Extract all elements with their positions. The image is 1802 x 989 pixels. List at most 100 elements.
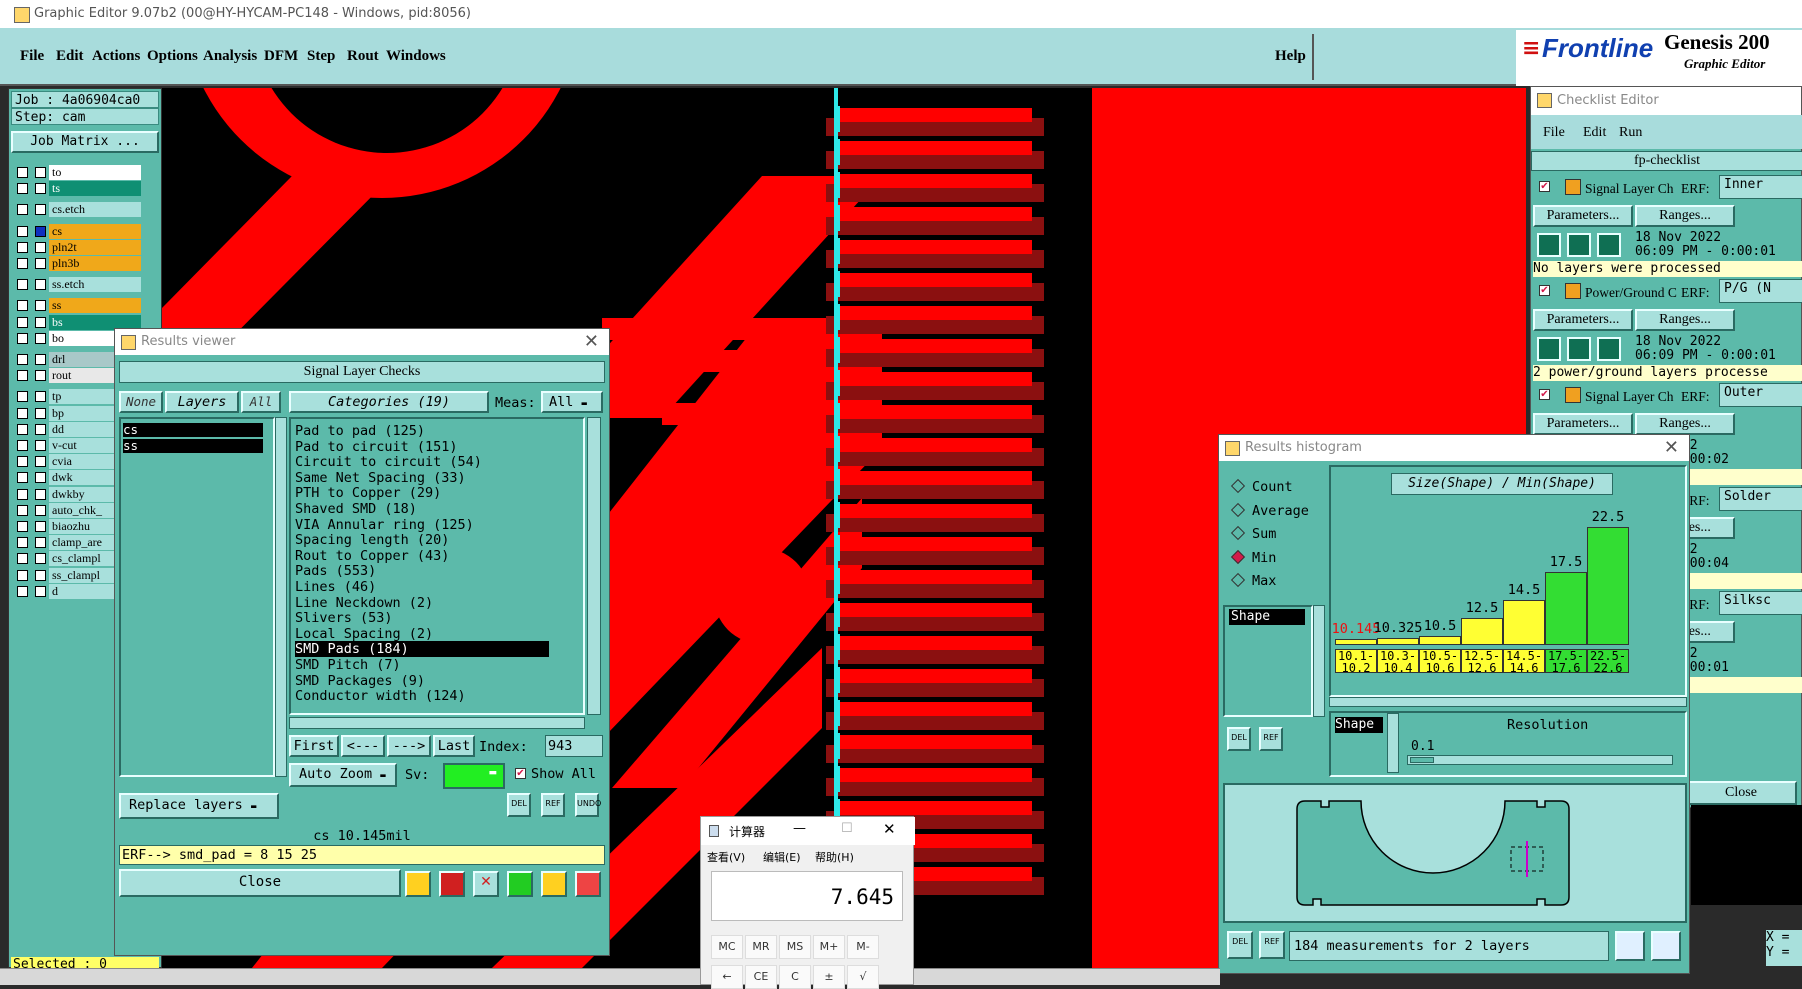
close-icon[interactable]: ✕ [584, 329, 599, 355]
layer-affected-checkbox[interactable] [35, 553, 46, 565]
layer-checkbox[interactable] [17, 440, 28, 451]
undo-button[interactable]: UNDO [575, 793, 601, 817]
histogram-bar[interactable] [1461, 617, 1503, 645]
histogram-bar[interactable] [1377, 637, 1419, 645]
layers-all-button[interactable]: All [241, 391, 281, 413]
layer-checkbox[interactable] [17, 585, 28, 597]
menu-analysis[interactable]: Analysis [203, 48, 257, 65]
layer-checkbox[interactable] [17, 553, 28, 565]
menu-actions[interactable]: Actions [92, 48, 140, 65]
histogram-icon[interactable] [575, 871, 601, 897]
run-icon[interactable] [1567, 337, 1591, 361]
layer-checkbox[interactable] [17, 316, 28, 328]
layer-affected-checkbox[interactable] [35, 241, 46, 253]
layer-affected-checkbox[interactable] [35, 332, 46, 344]
layer-checkbox[interactable] [17, 537, 28, 549]
layer-affected-checkbox[interactable] [35, 488, 46, 500]
chart-hscrollbar[interactable] [1329, 697, 1687, 707]
histogram-bar[interactable] [1419, 635, 1461, 645]
layers-header-button[interactable]: Layers [165, 391, 239, 413]
histogram-del-button[interactable]: DEL [1227, 727, 1251, 751]
parameters-button[interactable]: Parameters... [1533, 309, 1633, 331]
layer-row[interactable]: pln3b [13, 256, 141, 271]
calc-button[interactable]: ± [813, 965, 845, 989]
calc-button[interactable]: √ [847, 965, 879, 989]
ranges-button[interactable]: Ranges... [1635, 205, 1735, 227]
histogram-bar[interactable] [1545, 572, 1587, 645]
ranges-button[interactable]: Ranges... [1635, 413, 1735, 435]
layer-row[interactable]: to [13, 165, 141, 180]
calc-button[interactable]: MR [745, 935, 777, 959]
auto-zoom-dropdown[interactable]: Auto Zoom ▬ [289, 763, 397, 787]
calc-button[interactable]: ← [711, 965, 743, 989]
layer-checkbox[interactable] [17, 258, 28, 269]
meas-dropdown[interactable]: All ▬ [541, 391, 603, 413]
category-item[interactable]: Pads (553) [295, 563, 549, 579]
category-item[interactable]: SMD Pads (184) [295, 641, 549, 658]
category-item[interactable]: Line Neckdown (2) [295, 595, 549, 611]
checklist-close-button[interactable]: Close [1685, 781, 1797, 805]
preview-ref-button[interactable]: REF [1259, 931, 1285, 959]
layer-row[interactable]: ss [13, 298, 141, 314]
layer-item[interactable]: ss [123, 439, 263, 453]
layer-checkbox[interactable] [17, 225, 28, 237]
layer-checkbox[interactable] [17, 407, 28, 419]
erf-value[interactable]: Silksc [1719, 591, 1802, 615]
layer-checkbox[interactable] [17, 472, 28, 484]
close-icon[interactable]: ✕ [1664, 435, 1679, 461]
replace-layers-dropdown[interactable]: Replace layers ▬ [119, 793, 279, 819]
layer-row[interactable]: ts [13, 181, 141, 197]
ranges-button[interactable]: Ranges... [1635, 309, 1735, 331]
mode-radio-average[interactable]: Average [1230, 502, 1309, 519]
layer-affected-checkbox[interactable] [35, 183, 46, 195]
histogram-bar[interactable] [1335, 639, 1377, 645]
resolution-slider[interactable] [1407, 755, 1673, 765]
layers-none-button[interactable]: None [119, 391, 163, 413]
layer-affected-checkbox[interactable] [35, 521, 46, 532]
menu-edit[interactable]: Edit [56, 48, 84, 65]
layer-affected-checkbox[interactable] [35, 585, 46, 597]
layer-checkbox[interactable] [17, 423, 28, 435]
layer-checkbox[interactable] [17, 332, 28, 344]
layer-checkbox[interactable] [17, 167, 28, 178]
calc-button[interactable]: CE [745, 965, 777, 989]
calc-menu-help[interactable]: 帮助(H) [815, 849, 854, 865]
job-matrix-button[interactable]: Job Matrix ... [11, 131, 159, 153]
layer-affected-checkbox[interactable] [35, 456, 46, 468]
calc-button[interactable]: MC [711, 935, 743, 959]
last-button[interactable]: Last [433, 735, 475, 757]
category-item[interactable]: PTH to Copper (29) [295, 485, 549, 501]
tool-icon-2[interactable] [439, 871, 465, 897]
calc-button[interactable]: M+ [813, 935, 845, 959]
run-icon[interactable] [1537, 337, 1561, 361]
layer-checkbox[interactable] [17, 183, 28, 195]
layer-affected-checkbox[interactable] [35, 370, 46, 382]
layer-checkbox[interactable] [17, 569, 28, 581]
layer-row[interactable]: pln2t [13, 239, 141, 255]
layer-checkbox[interactable] [17, 488, 28, 500]
resolution-shape-item[interactable]: Shape [1335, 717, 1383, 733]
tool-icon-3[interactable]: ✕ [473, 871, 499, 897]
histogram-ref-button[interactable]: REF [1259, 727, 1283, 751]
layer-affected-checkbox[interactable] [35, 204, 46, 216]
layer-affected-checkbox[interactable] [35, 440, 46, 451]
close-button[interactable]: Close [119, 869, 401, 897]
layer-checkbox[interactable] [17, 370, 28, 382]
layer-checkbox[interactable] [17, 300, 28, 312]
layer-checkbox[interactable] [17, 204, 28, 216]
category-item[interactable]: Lines (46) [295, 579, 549, 595]
layer-affected-checkbox[interactable] [35, 391, 46, 403]
layer-checkbox[interactable] [17, 241, 28, 253]
next-button[interactable]: ---> [387, 735, 431, 757]
check-icon[interactable]: ✔ [1539, 389, 1550, 400]
category-item[interactable]: Spacing length (20) [295, 532, 549, 548]
erf-value[interactable]: Outer [1719, 383, 1802, 407]
category-item[interactable]: SMD Pitch (7) [295, 657, 549, 673]
close-icon[interactable]: ✕ [883, 820, 896, 838]
layers-scrollbar[interactable] [275, 417, 287, 777]
mode-radio-sum[interactable]: Sum [1230, 525, 1276, 542]
category-item[interactable]: Shaved SMD (18) [295, 501, 549, 517]
category-item[interactable]: Local Spacing (2) [295, 626, 549, 642]
layer-affected-checkbox[interactable] [35, 316, 46, 328]
resolution-slider-thumb[interactable] [1410, 757, 1434, 763]
